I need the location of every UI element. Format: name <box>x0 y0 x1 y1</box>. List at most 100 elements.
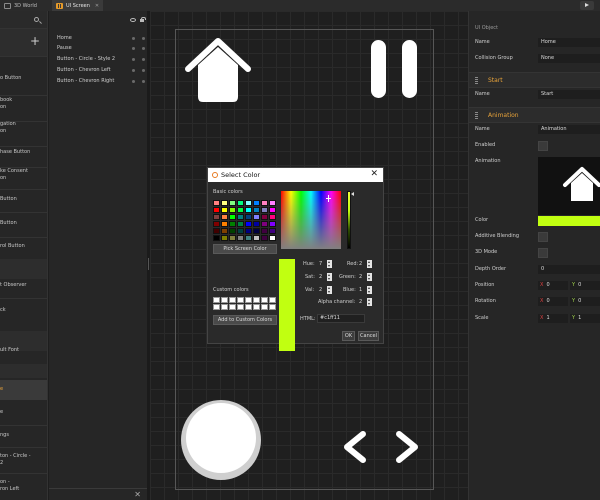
spin-arrows-icon[interactable] <box>367 298 372 306</box>
basic-color-swatch[interactable] <box>229 207 236 213</box>
left-item[interactable]: book on <box>0 97 47 111</box>
basic-color-swatch[interactable] <box>269 235 276 241</box>
custom-color-swatch[interactable] <box>221 304 228 310</box>
spin-arrows-icon[interactable] <box>327 273 332 281</box>
drag-handle-icon[interactable] <box>475 112 478 119</box>
custom-color-swatch[interactable] <box>213 304 220 310</box>
scale-y-field[interactable]: Y1 <box>570 314 600 323</box>
custom-color-swatch[interactable] <box>245 297 252 303</box>
basic-color-swatch[interactable] <box>237 228 244 234</box>
basic-color-swatch[interactable] <box>261 235 268 241</box>
pick-screen-color-button[interactable]: Pick Screen Color <box>213 244 277 254</box>
basic-color-swatch[interactable] <box>253 221 260 227</box>
val-spinbox[interactable]: 2 <box>318 286 332 294</box>
custom-color-swatch[interactable] <box>253 297 260 303</box>
spin-arrows-icon[interactable] <box>327 286 332 294</box>
basic-color-swatch[interactable] <box>269 200 276 206</box>
visibility-dot-icon[interactable] <box>132 69 135 72</box>
lock-dot-icon[interactable] <box>142 47 145 50</box>
sat-value[interactable]: 2 <box>318 273 327 281</box>
lock-dot-icon[interactable] <box>142 37 145 40</box>
hierarchy-item[interactable]: Button - Chevron Left <box>49 66 148 75</box>
basic-color-swatch[interactable] <box>229 214 236 220</box>
circle-button-icon[interactable] <box>178 397 264 483</box>
basic-color-swatch[interactable] <box>229 221 236 227</box>
hierarchy-item[interactable]: Home <box>49 34 148 43</box>
hierarchy-item[interactable]: Button - Chevron Right <box>49 77 148 86</box>
left-item[interactable]: rol Button <box>0 243 47 250</box>
basic-color-swatch[interactable] <box>245 221 252 227</box>
color-swatch[interactable] <box>538 216 600 226</box>
custom-color-swatch[interactable] <box>261 304 268 310</box>
basic-color-swatch[interactable] <box>261 228 268 234</box>
custom-color-swatch[interactable] <box>237 297 244 303</box>
basic-color-swatch[interactable] <box>221 228 228 234</box>
red-spinbox[interactable]: 2 <box>358 260 372 268</box>
start-name-field[interactable]: Start <box>538 90 600 99</box>
basic-color-swatch[interactable] <box>237 221 244 227</box>
left-item[interactable]: t Observer <box>0 282 47 289</box>
hue-spinbox[interactable]: 7 <box>318 260 332 268</box>
left-item[interactable]: e <box>0 409 47 416</box>
lock-icon[interactable] <box>140 17 146 22</box>
basic-color-swatch[interactable] <box>245 235 252 241</box>
green-spinbox[interactable]: 2 <box>358 273 372 281</box>
value-slider[interactable] <box>347 191 351 249</box>
home-icon[interactable] <box>182 35 254 105</box>
basic-color-swatch[interactable] <box>261 207 268 213</box>
drag-handle-icon[interactable] <box>475 77 478 84</box>
hue-value[interactable]: 7 <box>318 260 327 268</box>
green-value[interactable]: 2 <box>358 273 367 281</box>
html-color-input[interactable]: #c1ff11 <box>317 314 365 323</box>
basic-color-swatch[interactable] <box>221 221 228 227</box>
basic-color-swatch[interactable] <box>237 200 244 206</box>
custom-color-swatch[interactable] <box>269 297 276 303</box>
visibility-dot-icon[interactable] <box>132 37 135 40</box>
visibility-dot-icon[interactable] <box>132 80 135 83</box>
start-section-header[interactable]: Start <box>469 72 600 88</box>
scale-x-field[interactable]: X1 <box>538 314 568 323</box>
basic-color-swatch[interactable] <box>245 200 252 206</box>
basic-color-swatch[interactable] <box>213 221 220 227</box>
spin-arrows-icon[interactable] <box>367 260 372 268</box>
basic-color-swatch[interactable] <box>253 235 260 241</box>
left-item[interactable]: hase Button <box>0 149 47 156</box>
name-field[interactable]: Home <box>538 38 600 47</box>
additive-blending-checkbox[interactable] <box>538 232 548 242</box>
left-item[interactable]: ck <box>0 307 47 314</box>
left-item[interactable]: on - ron Left <box>0 479 47 493</box>
eye-icon[interactable] <box>130 18 136 22</box>
tab-ui-screen[interactable]: UI Screen ✕ <box>52 0 104 11</box>
lock-dot-icon[interactable] <box>142 58 145 61</box>
value-slider-handle[interactable] <box>351 192 354 196</box>
left-item[interactable]: ke Consent on <box>0 168 47 182</box>
basic-color-swatch[interactable] <box>213 200 220 206</box>
custom-color-swatch[interactable] <box>269 304 276 310</box>
lock-dot-icon[interactable] <box>142 69 145 72</box>
left-item[interactable]: o Button <box>0 75 47 82</box>
basic-color-swatch[interactable] <box>269 214 276 220</box>
basic-color-swatch[interactable] <box>261 221 268 227</box>
3d-mode-checkbox[interactable] <box>538 248 548 258</box>
red-value[interactable]: 2 <box>358 260 367 268</box>
basic-color-swatch[interactable] <box>229 235 236 241</box>
left-item-selected[interactable]: e <box>0 380 47 400</box>
basic-color-swatch[interactable] <box>221 200 228 206</box>
basic-color-swatch[interactable] <box>237 235 244 241</box>
custom-color-swatch[interactable] <box>229 297 236 303</box>
tab-3d-world[interactable]: 3D World <box>0 0 41 11</box>
basic-color-swatch[interactable] <box>269 228 276 234</box>
spin-arrows-icon[interactable] <box>327 260 332 268</box>
custom-color-swatch[interactable] <box>237 304 244 310</box>
picker-crosshair[interactable] <box>326 195 331 202</box>
pause-icon[interactable] <box>368 38 420 100</box>
rotation-y-field[interactable]: Y0 <box>570 297 600 306</box>
left-item[interactable]: ngs <box>0 432 47 439</box>
position-x-field[interactable]: X0 <box>538 281 568 290</box>
play-button[interactable] <box>580 1 594 10</box>
search-icon[interactable] <box>34 17 39 22</box>
left-item[interactable]: ult Font <box>0 347 47 354</box>
basic-color-swatch[interactable] <box>261 200 268 206</box>
spin-arrows-icon[interactable] <box>367 273 372 281</box>
custom-color-swatch[interactable] <box>245 304 252 310</box>
